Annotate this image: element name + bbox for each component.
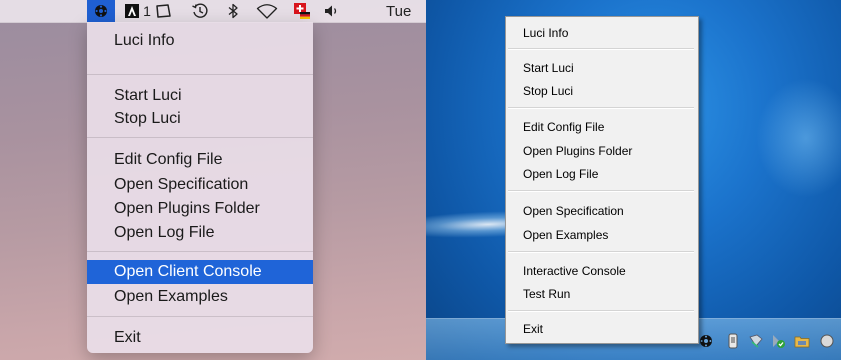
menu-separator (508, 251, 694, 253)
menu-item-test-run[interactable]: Test Run (506, 283, 698, 305)
cloud-square-icon[interactable] (152, 0, 174, 22)
luci-tray-context-menu: Luci Info Start Luci Stop Luci Edit Conf… (505, 16, 699, 344)
luci-gear-icon[interactable] (87, 0, 115, 22)
menu-item-open-examples[interactable]: Open Examples (506, 224, 698, 246)
usb-drive-icon[interactable] (725, 333, 741, 349)
input-source-flag-icon[interactable] (291, 0, 313, 22)
menu-separator (508, 190, 694, 192)
menu-item-open-client-console[interactable]: Open Client Console (87, 260, 313, 284)
menu-separator (508, 48, 694, 50)
macos-menu-bar: 1 Tue (0, 0, 426, 23)
menu-item-open-log-file[interactable]: Open Log File (506, 163, 698, 185)
time-machine-icon[interactable] (187, 0, 213, 22)
menu-item-open-examples[interactable]: Open Examples (87, 285, 313, 309)
menu-separator (508, 107, 694, 109)
tray-icon-partial[interactable] (819, 333, 841, 349)
menu-item-open-log-file[interactable]: Open Log File (87, 221, 313, 245)
menu-item-open-plugins-folder[interactable]: Open Plugins Folder (506, 140, 698, 162)
volume-icon[interactable] (320, 0, 344, 22)
security-icon[interactable] (770, 333, 786, 349)
windows-screenshot: Luci Info Start Luci Stop Luci Edit Conf… (426, 0, 841, 360)
menu-item-luci-info[interactable]: Luci Info (87, 29, 313, 53)
menu-item-start-luci[interactable]: Start Luci (87, 84, 313, 108)
menu-item-open-plugins-folder[interactable]: Open Plugins Folder (87, 197, 313, 221)
menu-item-start-luci[interactable]: Start Luci (506, 57, 698, 79)
wifi-icon[interactable] (253, 0, 281, 22)
menu-item-edit-config-file[interactable]: Edit Config File (87, 148, 313, 172)
menu-separator (87, 316, 313, 317)
menubar-clock[interactable]: Tue (386, 0, 426, 22)
luci-status-menu: Luci Info Start Luci Stop Luci Edit Conf… (87, 22, 313, 353)
macos-screenshot: 1 Tue Luci Info Start Luci Stop Luci Edi… (0, 0, 426, 360)
menu-item-exit[interactable]: Exit (506, 318, 698, 340)
luci-gear-icon[interactable] (698, 333, 714, 349)
menu-separator (87, 74, 313, 75)
menu-item-stop-luci[interactable]: Stop Luci (87, 107, 313, 131)
wallpaper-glow (756, 78, 841, 198)
menu-item-luci-info[interactable]: Luci Info (506, 22, 698, 44)
adobe-icon[interactable] (122, 0, 142, 22)
menu-item-open-specification[interactable]: Open Specification (506, 200, 698, 222)
menu-separator (87, 251, 313, 252)
network-icon[interactable] (748, 333, 764, 349)
menu-item-exit[interactable]: Exit (87, 326, 313, 350)
bluetooth-icon[interactable] (222, 0, 244, 22)
menu-separator (508, 310, 694, 312)
menu-item-stop-luci[interactable]: Stop Luci (506, 80, 698, 102)
menu-item-edit-config-file[interactable]: Edit Config File (506, 116, 698, 138)
folder-icon[interactable] (794, 333, 810, 349)
menu-item-open-specification[interactable]: Open Specification (87, 173, 313, 197)
menu-separator (87, 137, 313, 138)
menu-item-interactive-console[interactable]: Interactive Console (506, 260, 698, 282)
